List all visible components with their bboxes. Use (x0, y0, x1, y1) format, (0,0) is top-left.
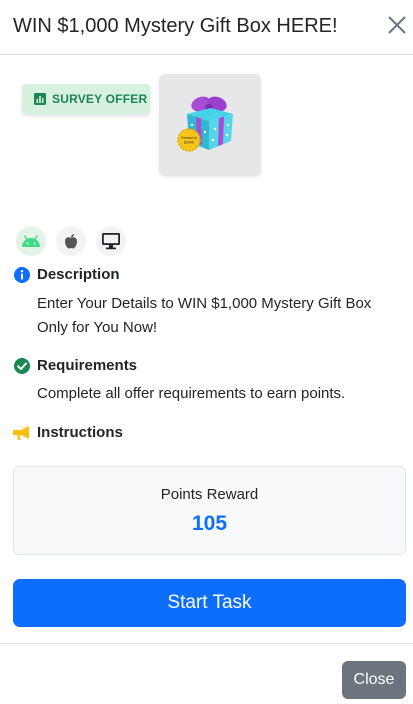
offer-image: Reload at $1000 (159, 74, 261, 176)
description-text: Enter Your Details to WIN $1,000 Mystery… (37, 295, 372, 336)
info-circle-icon (14, 267, 30, 283)
bar-chart-icon (34, 93, 46, 105)
close-button[interactable]: Close (342, 661, 406, 699)
megaphone-icon (13, 426, 29, 440)
svg-text:$1000: $1000 (184, 141, 194, 145)
modal-title: WIN $1,000 Mystery Gift Box HERE! (13, 15, 338, 37)
check-circle-icon (14, 358, 30, 374)
survey-offer-badge: SURVEY OFFER (22, 84, 150, 114)
apple-icon (65, 234, 77, 249)
points-reward-card: Points Reward 105 (13, 466, 406, 555)
platform-apple (56, 226, 86, 256)
requirements-text: Complete all offer requirements to earn … (37, 385, 346, 402)
offer-modal: WIN $1,000 Mystery Gift Box HERE! SURVEY… (0, 0, 413, 704)
desktop-icon (102, 233, 120, 250)
gift-box-icon: Reload at $1000 (177, 96, 233, 152)
start-task-button[interactable]: Start Task (13, 579, 406, 627)
description-title: Description (37, 266, 120, 283)
modal-footer: Close (0, 643, 413, 704)
modal-header: WIN $1,000 Mystery Gift Box HERE! (0, 0, 413, 55)
close-icon[interactable] (386, 14, 408, 36)
platform-android (16, 226, 46, 256)
reward-label: Points Reward (160, 486, 259, 503)
badge-label: SURVEY OFFER (52, 92, 148, 106)
platform-desktop (96, 226, 126, 256)
reward-value: 105 (191, 512, 228, 535)
requirements-title: Requirements (37, 357, 138, 374)
instructions-title: Instructions (37, 424, 123, 441)
svg-text:Reload at: Reload at (181, 136, 196, 140)
android-icon (22, 235, 40, 247)
